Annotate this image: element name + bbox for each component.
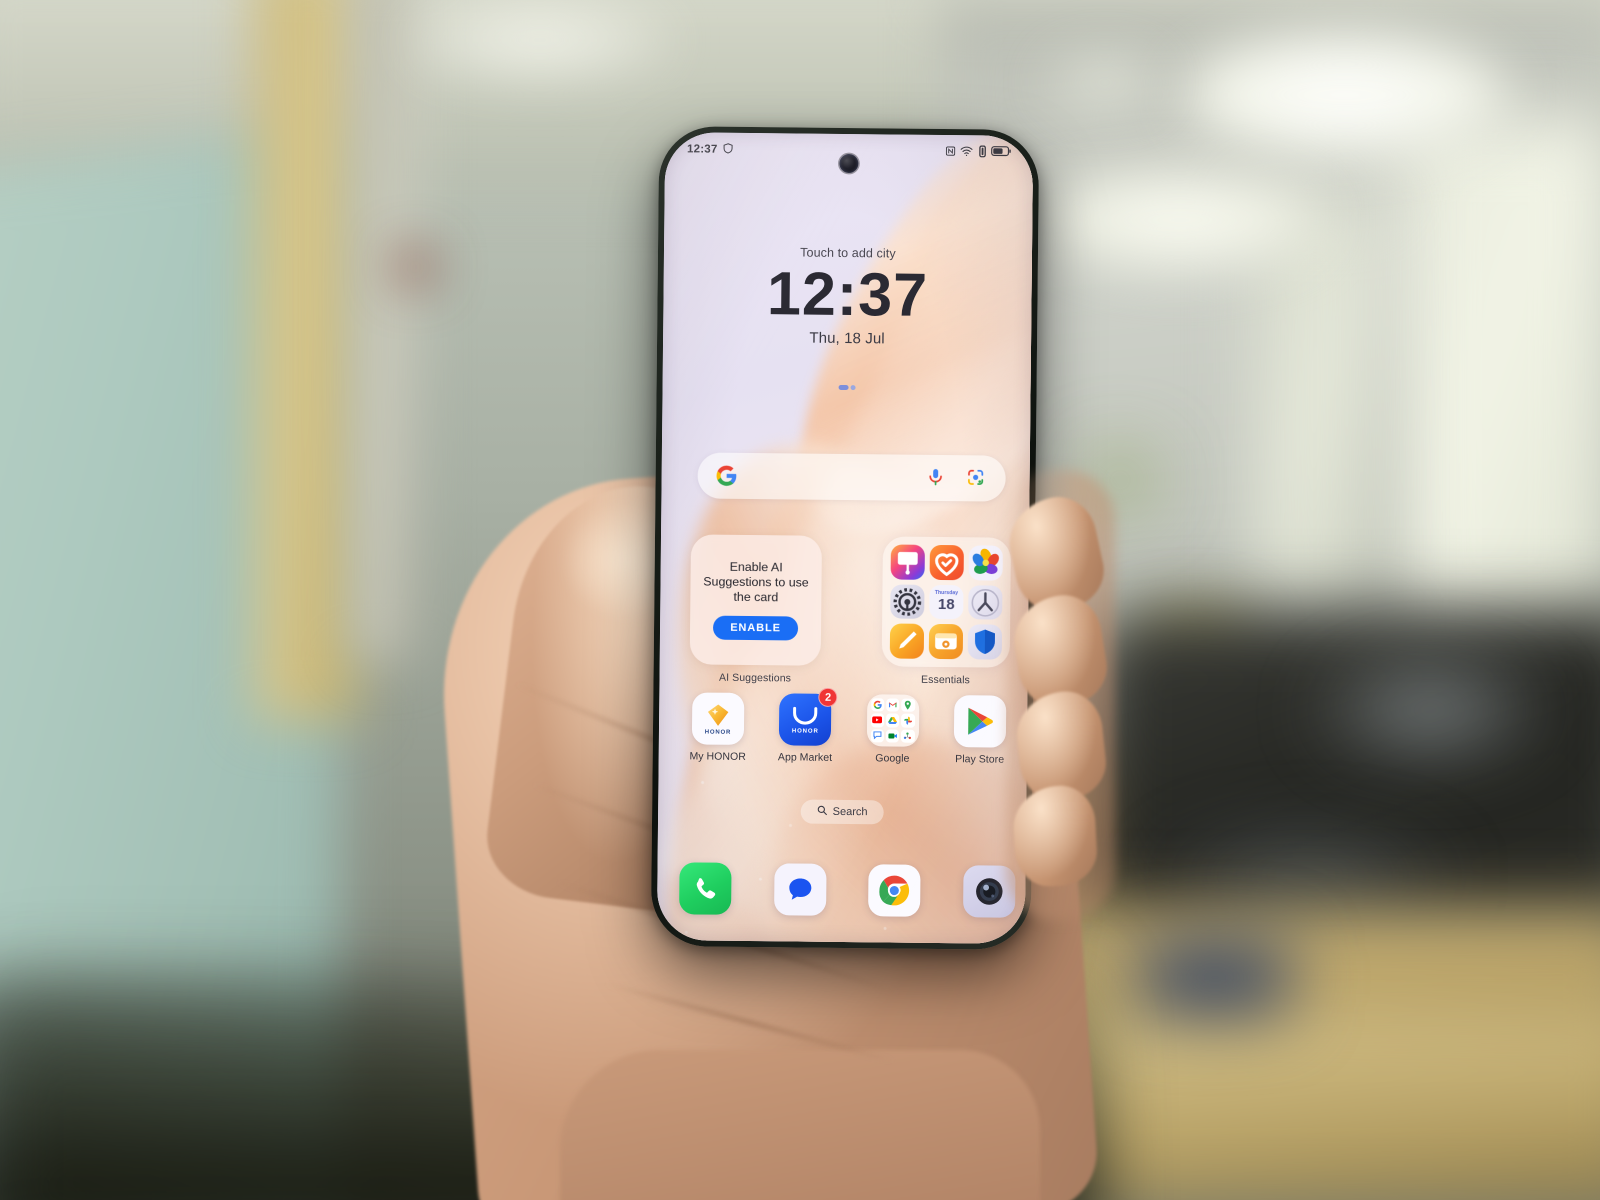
security-icon[interactable] [967, 624, 1003, 660]
google-g-icon[interactable] [716, 465, 738, 487]
ai-suggestions-widget[interactable]: Enable AI Suggestions to use the card EN… [689, 534, 823, 685]
ai-suggestions-card[interactable]: Enable AI Suggestions to use the card EN… [689, 534, 823, 666]
recorder-icon[interactable] [928, 624, 964, 660]
calendar-icon[interactable]: Thursday 18 [929, 584, 964, 620]
youtube-icon [870, 713, 885, 728]
settings-icon[interactable] [890, 584, 925, 620]
google-lens-icon[interactable] [966, 467, 988, 489]
app-label: Play Store [955, 753, 1005, 766]
search-pill[interactable]: Search [800, 799, 884, 825]
search-input-area[interactable] [738, 476, 926, 478]
google-folder-icon[interactable] [866, 694, 920, 747]
drive-icon [886, 713, 900, 728]
notification-badge: 2 [818, 687, 838, 707]
widget-row: Enable AI Suggestions to use the card EN… [689, 534, 1012, 687]
health-icon[interactable] [929, 544, 964, 580]
notes-icon[interactable] [890, 544, 925, 580]
essentials-label: Essentials [921, 673, 971, 687]
my-honor-app[interactable]: HONOR My HONOR [681, 692, 756, 763]
status-bar-time: 12:37 [686, 143, 718, 156]
keep-icon [901, 729, 915, 743]
honor-wordmark: HONOR [704, 729, 732, 736]
microphone-icon[interactable] [926, 467, 948, 489]
maps-icon [901, 698, 915, 713]
clock-time: 12:37 [766, 259, 929, 329]
gallery-icon[interactable] [968, 545, 1003, 581]
enable-button[interactable]: ENABLE [713, 616, 798, 641]
play-store-icon[interactable] [953, 695, 1007, 748]
chrome-app[interactable] [868, 864, 921, 917]
app-label: App Market [777, 751, 833, 764]
wifi-icon [960, 145, 973, 160]
status-bar-left: 12:37 [687, 141, 735, 157]
search-pill-label: Search [832, 805, 868, 819]
calendar-day: 18 [937, 596, 955, 614]
page-dot[interactable] [850, 385, 856, 391]
status-bar-right [944, 144, 1011, 161]
app-label: My HONOR [689, 750, 746, 763]
messages-app[interactable] [773, 863, 827, 916]
smartphone: 12:37 Touch to add city 12:37 Thu, 18 Ju… [650, 126, 1040, 950]
google-search-widget[interactable] [697, 452, 1006, 502]
app-market-app[interactable]: HONOR 2 App Market [768, 687, 843, 764]
essentials-folder-grid[interactable]: Thursday 18 [881, 536, 1012, 668]
shield-icon [722, 142, 734, 158]
magnifier-icon [817, 805, 828, 819]
nfc-icon [944, 145, 955, 160]
app-row: HONOR My HONOR HONOR 2 App Market Google… [681, 687, 1018, 766]
photos-icon [901, 713, 915, 728]
wrist [560, 1050, 1040, 1200]
battery-icon [991, 146, 1011, 160]
chat-icon [870, 728, 884, 743]
google-folder[interactable]: Google [855, 694, 930, 765]
dock [679, 862, 1016, 918]
clock-widget[interactable]: Touch to add city 12:37 Thu, 18 Jul [663, 244, 1032, 349]
clock-icon[interactable] [968, 584, 1003, 620]
little-finger [1011, 783, 1099, 889]
ai-suggestions-message: Enable AI Suggestions to use the card [703, 559, 809, 605]
phone-app[interactable] [679, 862, 732, 915]
essentials-folder[interactable]: Thursday 18 Essentials [881, 536, 1012, 687]
gmail-icon [886, 698, 900, 712]
honor-bag-icon[interactable]: HONOR 2 [779, 687, 838, 746]
phone-screen[interactable]: 12:37 Touch to add city 12:37 Thu, 18 Ju… [656, 132, 1034, 944]
notepad-icon[interactable] [889, 623, 925, 659]
signal-icon [977, 144, 986, 160]
google-search-icon [870, 698, 885, 712]
honor-diamond-icon[interactable]: HONOR [691, 692, 745, 745]
page-dot-active[interactable] [838, 384, 849, 391]
meet-icon [885, 729, 900, 743]
honor-wordmark: HONOR [791, 728, 819, 735]
ai-suggestions-label: AI Suggestions [718, 671, 792, 685]
front-camera-punch-hole [839, 153, 859, 174]
app-label: Google [875, 752, 910, 765]
